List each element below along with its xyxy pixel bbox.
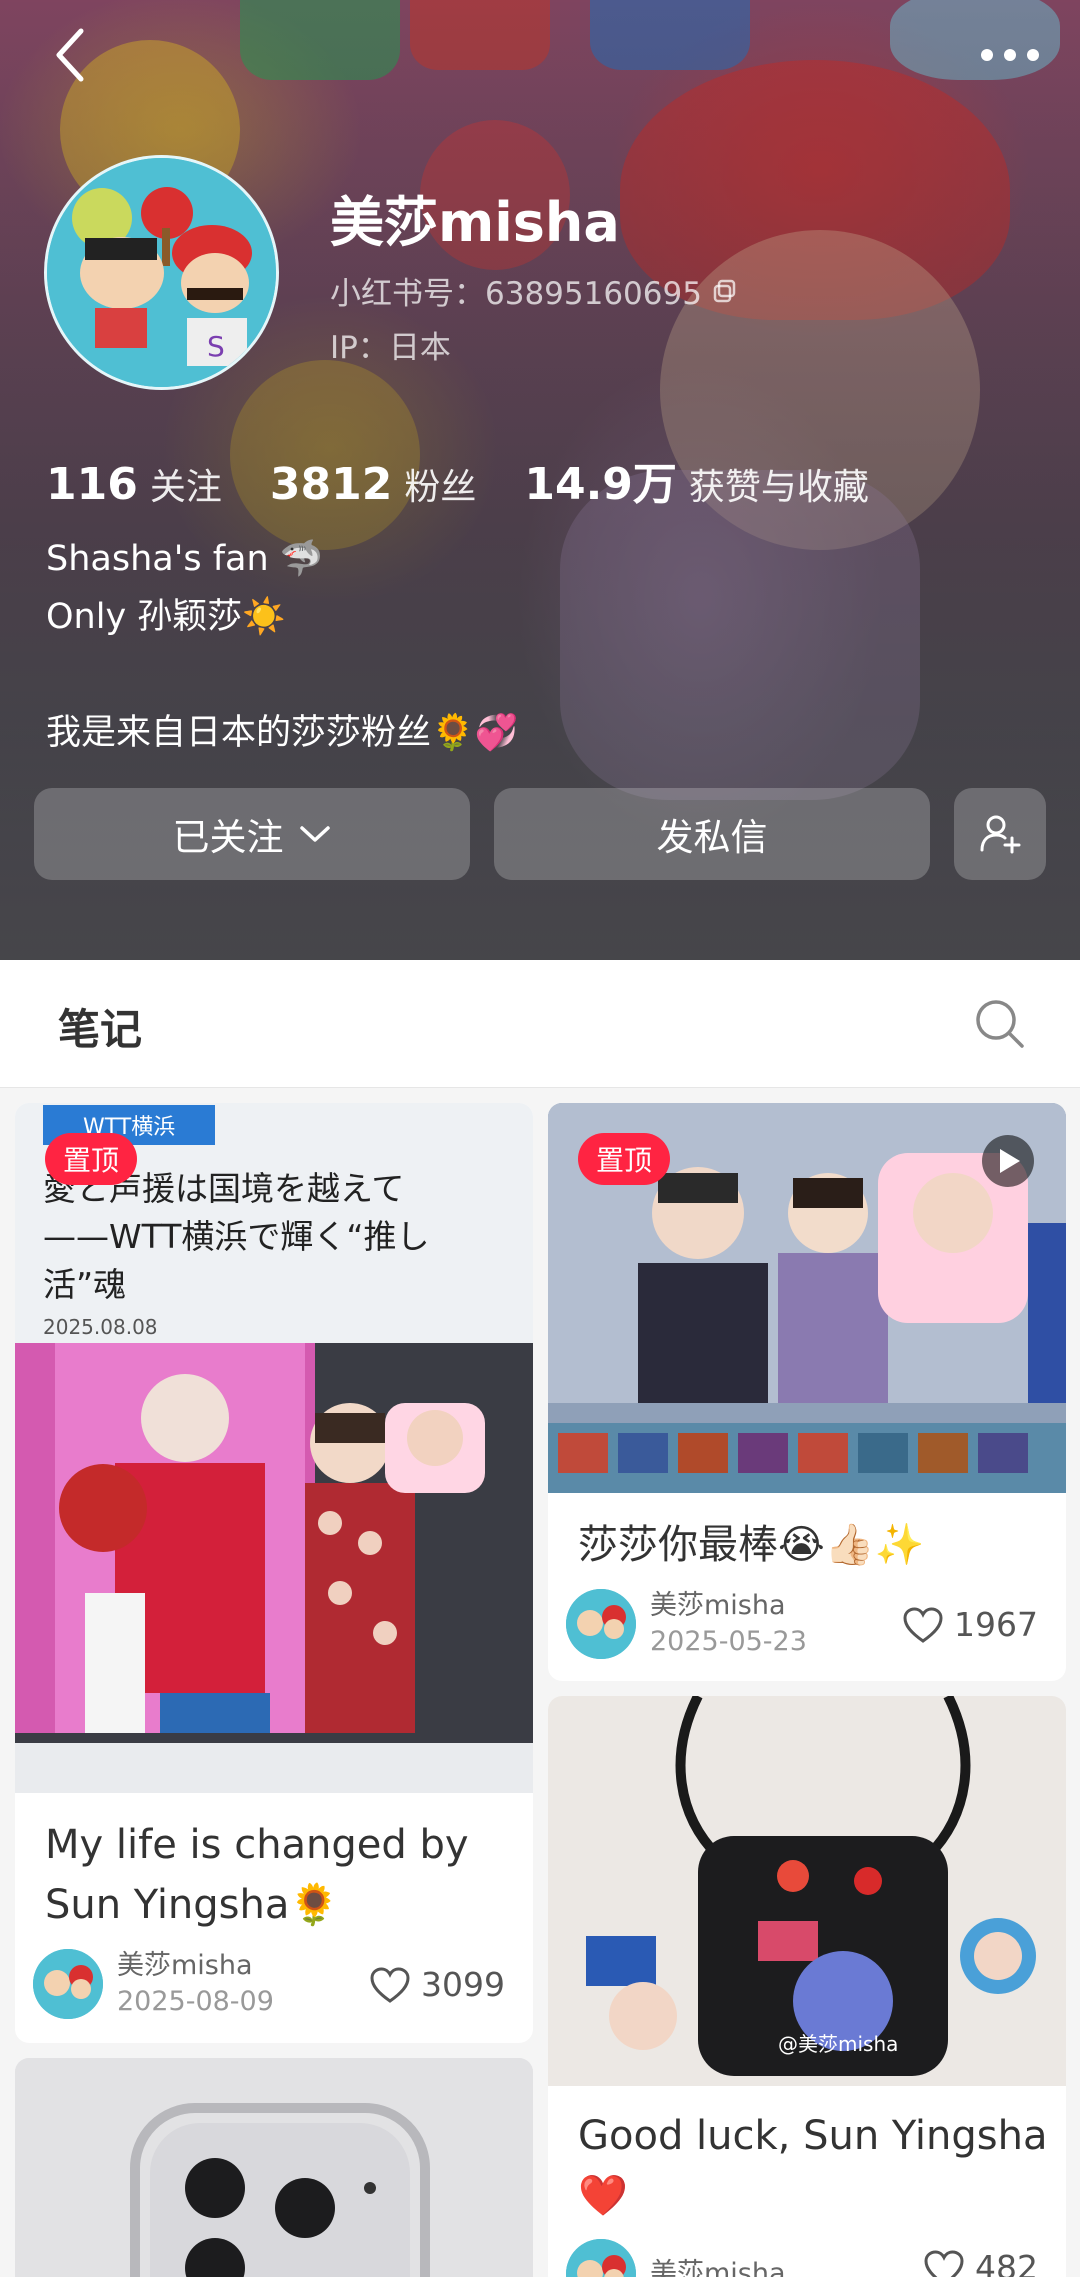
author-name: 美莎misha: [117, 1950, 253, 1981]
more-button[interactable]: [970, 20, 1050, 90]
cover-watermark: @美莎misha: [778, 2032, 899, 2056]
note-title: 莎莎你最棒😭👍🏻✨: [578, 1522, 925, 1568]
back-button[interactable]: [40, 20, 100, 90]
svg-text:S: S: [207, 330, 225, 363]
post-date: 2025-05-23: [650, 1626, 807, 1657]
search-icon[interactable]: [972, 996, 1028, 1052]
avatar-illustration: S: [47, 158, 276, 387]
heart-icon: [924, 2249, 964, 2277]
pinned-badge: 置顶: [578, 1133, 671, 1185]
note-title: Good luck, Sun Yingsha❤️: [578, 2113, 1048, 2219]
heart-icon: [370, 1966, 410, 2003]
cover-photo: [15, 1343, 533, 1743]
profile-ip: IP：日本: [330, 330, 451, 366]
notes-tab-bar: 笔记: [0, 960, 1080, 1088]
followed-label: 已关注: [172, 816, 284, 859]
pinned-badge: 置顶: [45, 1133, 138, 1185]
post-date: 2025-08-09: [117, 1986, 274, 2017]
author-avatar: [566, 1589, 636, 1659]
stat-label: 关注: [149, 467, 222, 508]
profile-stats: 116 关注 3812 粉丝 14.9万 获赞与收藏: [46, 448, 917, 512]
more-horizontal-icon: [981, 49, 1039, 61]
author-avatar: [33, 1949, 103, 2019]
stat-number: 116: [46, 459, 138, 510]
add-friend-button[interactable]: [954, 788, 1046, 880]
stat-label: 获赞与收藏: [688, 467, 869, 508]
note-card[interactable]: 置顶 莎莎你最棒😭👍🏻✨ 美莎misha 2025-05-23 1967: [548, 1103, 1066, 1681]
note-cover-image: WTT横浜 愛と声援は国境を越えて——WTT横浜で輝く“推し活”魂 2025.0…: [15, 1103, 533, 1793]
stat-likes-collects[interactable]: 14.9万 获赞与收藏: [524, 448, 869, 512]
profile-uid: 小红书号：63895160695: [330, 268, 738, 313]
cover-photo: [15, 2058, 533, 2277]
like-count: 482: [975, 2248, 1038, 2277]
note-author[interactable]: 美莎misha: [566, 2239, 786, 2277]
avatar-illustration: [566, 2239, 636, 2277]
heart-icon: [903, 1606, 943, 1643]
chevron-down-icon: [299, 826, 330, 842]
like-count: 3099: [421, 1965, 505, 2004]
author-meta: 美莎misha: [650, 2256, 786, 2277]
profile-nickname: 美莎misha: [330, 191, 620, 254]
avatar-illustration: [33, 1949, 103, 2019]
note-cover-image: [15, 2058, 533, 2277]
author-name: 美莎misha: [650, 1590, 786, 1621]
stat-following[interactable]: 116 关注: [46, 458, 222, 510]
profile-avatar[interactable]: S: [44, 155, 279, 390]
like-button[interactable]: 482: [923, 2248, 1038, 2277]
cover-headline: 愛と声援は国境を越えて——WTT横浜で輝く“推し活”魂: [43, 1169, 430, 1304]
stat-number: 3812: [269, 459, 393, 510]
like-button[interactable]: 3099: [369, 1965, 505, 2004]
profile-header: S 美莎misha 小红书号：63895160695 IP：日本 116 关注 …: [0, 0, 1080, 960]
followed-button[interactable]: 已关注: [34, 788, 470, 880]
note-author[interactable]: 美莎misha 2025-05-23: [566, 1588, 807, 1660]
note-title: My life is changed by Sun Yingsha🌻: [45, 1822, 469, 1928]
note-card[interactable]: [15, 2058, 533, 2277]
author-avatar: [566, 2239, 636, 2277]
author-meta: 美莎misha 2025-05-23: [650, 1588, 807, 1660]
note-cover-image: @美莎misha: [548, 1696, 1066, 2086]
copy-icon[interactable]: [712, 278, 738, 304]
like-count: 1967: [954, 1605, 1038, 1644]
add-user-icon: [980, 815, 1021, 854]
bio-line: Only 孙颖莎☀️: [46, 597, 286, 637]
cover-date: 2025.08.08: [43, 1315, 158, 1339]
note-card[interactable]: WTT横浜 愛と声援は国境を越えて——WTT横浜で輝く“推し活”魂 2025.0…: [15, 1103, 533, 2043]
chevron-left-icon: [56, 28, 84, 82]
avatar-illustration: [566, 1589, 636, 1659]
bio-line: Shasha's fan 🦈: [46, 539, 324, 579]
tab-notes[interactable]: 笔记: [58, 996, 142, 1057]
profile-bio: Shasha's fan 🦈 Only 孙颖莎☀️ 我是来自日本的莎莎粉丝🌻💞: [46, 530, 518, 762]
note-author[interactable]: 美莎misha 2025-08-09: [33, 1948, 274, 2020]
uid-text: 小红书号：63895160695: [330, 276, 702, 312]
send-message-label: 发私信: [656, 816, 768, 859]
note-card[interactable]: @美莎misha Good luck, Sun Yingsha❤️ 美莎mish…: [548, 1696, 1066, 2277]
stat-label: 粉丝: [404, 467, 477, 508]
like-button[interactable]: 1967: [902, 1605, 1038, 1644]
send-message-button[interactable]: 发私信: [494, 788, 930, 880]
bio-line: 我是来自日本的莎莎粉丝🌻💞: [46, 713, 519, 753]
cover-bottom-strip: [15, 1743, 533, 1793]
profile-action-buttons: 已关注 发私信: [34, 788, 1046, 880]
stat-number: 14.9万: [524, 459, 677, 510]
stat-followers[interactable]: 3812 粉丝: [270, 458, 476, 510]
author-name: 美莎misha: [650, 2258, 786, 2277]
bio-line: [46, 646, 518, 704]
author-meta: 美莎misha 2025-08-09: [117, 1948, 274, 2020]
